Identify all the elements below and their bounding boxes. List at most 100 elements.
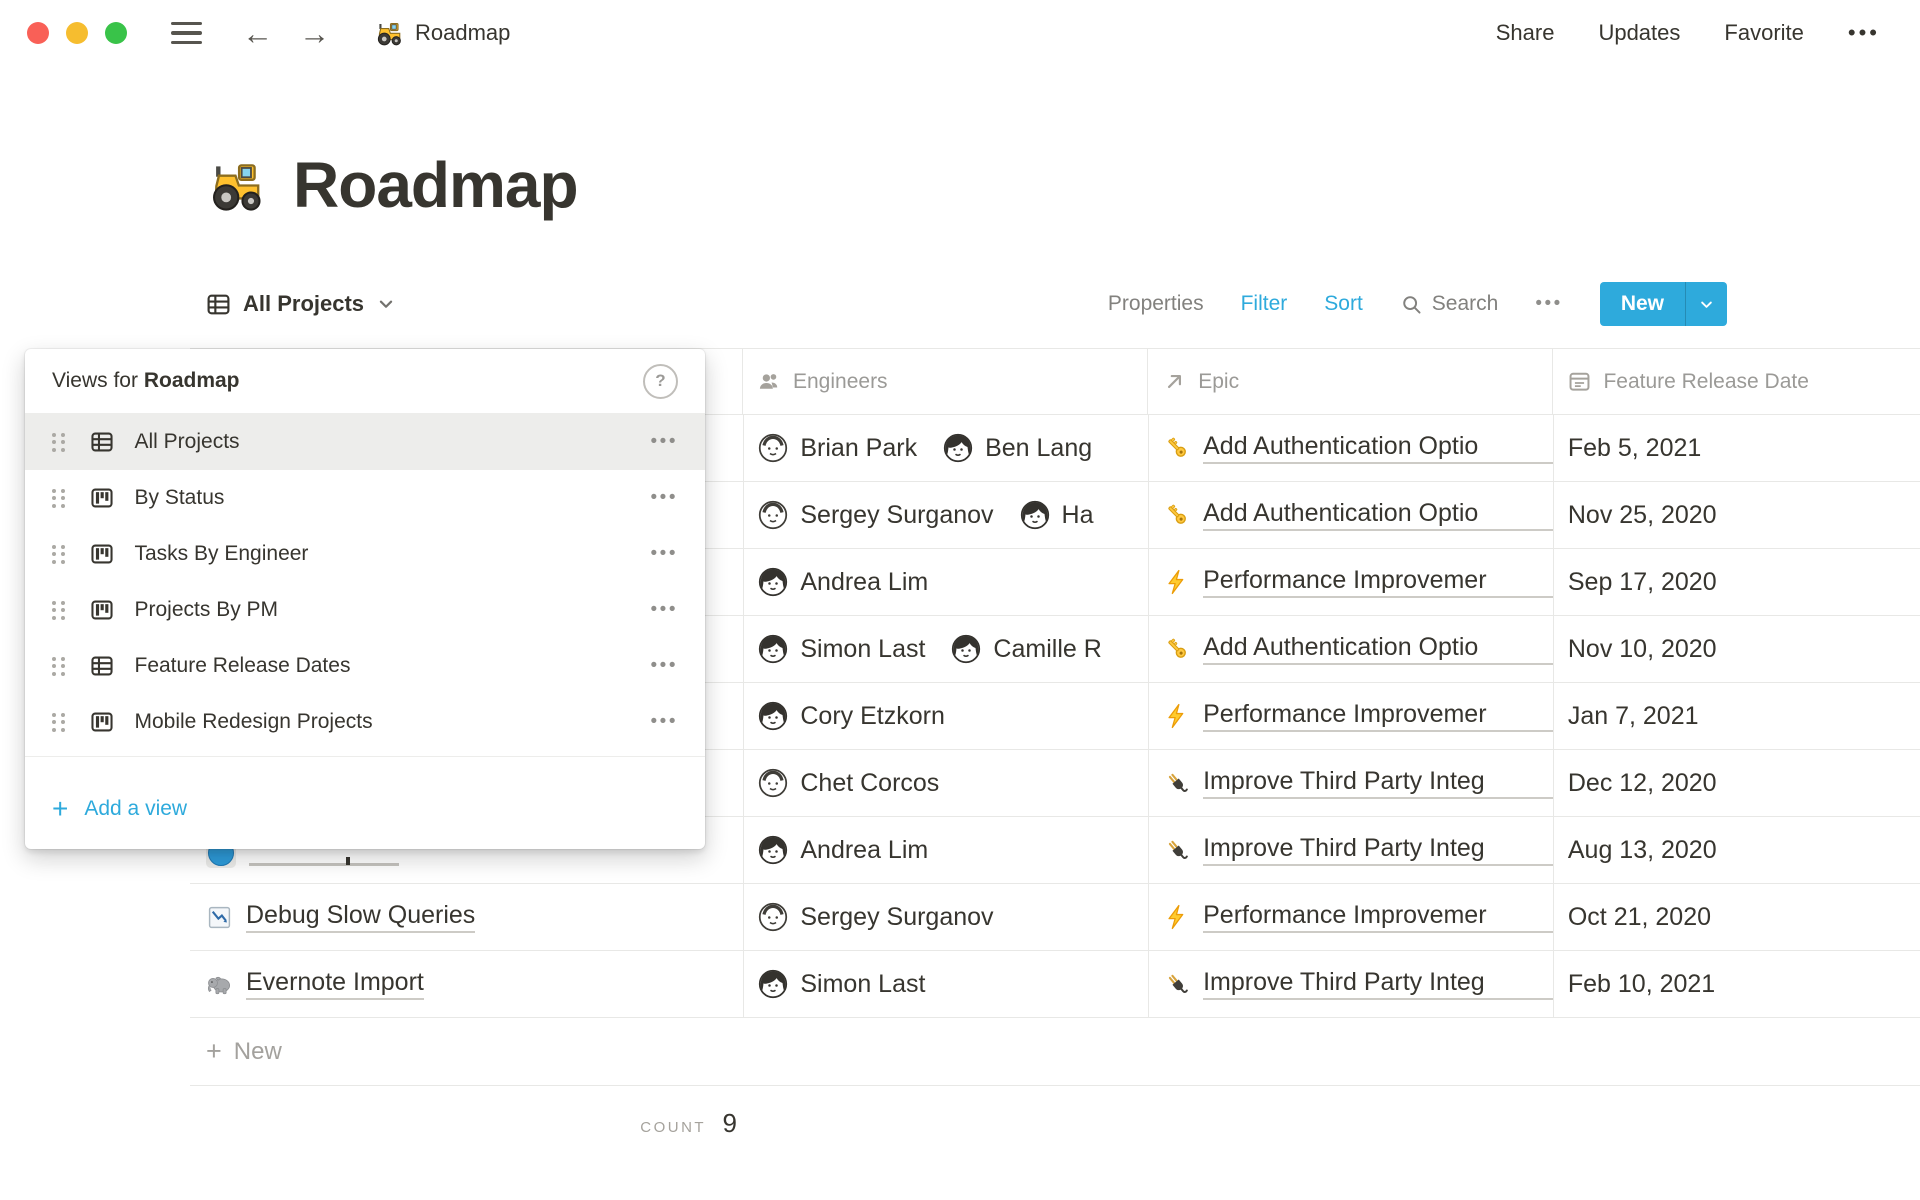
project-cell[interactable]: Evernote Import	[190, 951, 743, 1017]
project-cell[interactable]: Debug Slow Queries	[190, 884, 743, 950]
person-chip[interactable]: Cory Etzkorn	[758, 701, 944, 731]
drag-handle-icon[interactable]	[52, 713, 65, 732]
epic-cell[interactable]: Improve Third Party Integ	[1148, 750, 1553, 816]
date-cell[interactable]: Jan 7, 2021	[1553, 683, 1920, 749]
share-button[interactable]: Share	[1496, 20, 1555, 46]
epic-cell[interactable]: Add Authentication Optio	[1148, 482, 1553, 548]
epic-link[interactable]: Improve Third Party Integ	[1203, 968, 1553, 1000]
date-cell[interactable]: Nov 25, 2020	[1553, 482, 1920, 548]
engineers-cell[interactable]: Chet Corcos	[743, 750, 1148, 816]
epic-cell[interactable]: Add Authentication Optio	[1148, 415, 1553, 481]
column-header-feature-release-date[interactable]: Feature Release Date	[1552, 349, 1920, 414]
view-more-options-icon[interactable]: •••	[1535, 293, 1562, 315]
new-row-button[interactable]: + New	[190, 1018, 1920, 1086]
drag-handle-icon[interactable]	[52, 545, 65, 564]
updates-button[interactable]: Updates	[1598, 20, 1680, 46]
help-icon[interactable]: ?	[643, 364, 678, 399]
epic-link[interactable]: Add Authentication Optio	[1203, 633, 1553, 665]
sort-button[interactable]: Sort	[1324, 292, 1363, 316]
engineers-cell[interactable]: Andrea Lim	[743, 549, 1148, 615]
person-chip[interactable]: Andrea Lim	[758, 567, 928, 597]
epic-cell[interactable]: Improve Third Party Integ	[1148, 817, 1553, 883]
engineers-cell[interactable]: Simon Last	[743, 951, 1148, 1017]
engineers-cell[interactable]: Sergey Surganov	[743, 884, 1148, 950]
person-chip[interactable]: Camille R	[951, 634, 1101, 664]
drag-handle-icon[interactable]	[52, 433, 65, 452]
new-dropdown-button[interactable]	[1685, 282, 1727, 326]
epic-link[interactable]: Improve Third Party Integ	[1203, 834, 1553, 866]
back-arrow-icon[interactable]: ←	[242, 18, 273, 49]
epic-link[interactable]: Add Authentication Optio	[1203, 499, 1553, 531]
filter-button[interactable]: Filter	[1241, 292, 1288, 316]
person-chip[interactable]: Simon Last	[758, 634, 925, 664]
date-cell[interactable]: Nov 10, 2020	[1553, 616, 1920, 682]
view-item-by-status[interactable]: By Status •••	[25, 470, 705, 526]
epic-link[interactable]: Performance Improvemer	[1203, 700, 1553, 732]
view-item-more-icon[interactable]: •••	[651, 711, 678, 733]
date-cell[interactable]: Oct 21, 2020	[1553, 884, 1920, 950]
minimize-window-button[interactable]	[66, 22, 88, 44]
view-item-more-icon[interactable]: •••	[651, 543, 678, 565]
window-controls	[27, 22, 127, 44]
epic-cell[interactable]: Performance Improvemer	[1148, 884, 1553, 950]
epic-cell[interactable]: Performance Improvemer	[1148, 549, 1553, 615]
view-item-more-icon[interactable]: •••	[651, 599, 678, 621]
person-chip[interactable]: Simon Last	[758, 969, 925, 999]
view-item-tasks-by-engineer[interactable]: Tasks By Engineer •••	[25, 526, 705, 582]
person-chip[interactable]: Sergey Surganov	[758, 902, 993, 932]
add-view-button[interactable]: + Add a view	[25, 757, 705, 849]
tractor-icon[interactable]	[205, 154, 267, 216]
drag-handle-icon[interactable]	[52, 657, 65, 676]
view-item-mobile-redesign-projects[interactable]: Mobile Redesign Projects •••	[25, 694, 705, 750]
view-item-label: Projects By PM	[135, 598, 279, 622]
date-cell[interactable]: Aug 13, 2020	[1553, 817, 1920, 883]
breadcrumb-document[interactable]: Roadmap	[374, 18, 510, 48]
engineers-cell[interactable]: Cory Etzkorn	[743, 683, 1148, 749]
zoom-window-button[interactable]	[105, 22, 127, 44]
properties-button[interactable]: Properties	[1108, 292, 1204, 316]
column-header-epic[interactable]: Epic	[1147, 349, 1552, 414]
column-header-engineers[interactable]: Engineers	[742, 349, 1147, 414]
view-item-all-projects[interactable]: All Projects •••	[25, 414, 705, 470]
epic-cell[interactable]: Improve Third Party Integ	[1148, 951, 1553, 1017]
person-chip[interactable]: Sergey Surganov	[758, 500, 993, 530]
person-chip[interactable]: Ben Lang	[943, 433, 1092, 463]
epic-link[interactable]: Improve Third Party Integ	[1203, 767, 1553, 799]
epic-cell[interactable]: Add Authentication Optio	[1148, 616, 1553, 682]
engineers-cell[interactable]: Simon Last Camille R	[743, 616, 1148, 682]
person-chip[interactable]: Andrea Lim	[758, 835, 928, 865]
view-item-feature-release-dates[interactable]: Feature Release Dates •••	[25, 638, 705, 694]
new-button[interactable]: New	[1600, 282, 1685, 326]
epic-link[interactable]: Performance Improvemer	[1203, 901, 1553, 933]
sidebar-menu-icon[interactable]	[171, 22, 202, 44]
close-window-button[interactable]	[27, 22, 49, 44]
person-chip[interactable]: Chet Corcos	[758, 768, 939, 798]
project-link[interactable]: Debug Slow Queries	[206, 901, 475, 933]
date-cell[interactable]: Sep 17, 2020	[1553, 549, 1920, 615]
epic-cell[interactable]: Performance Improvemer	[1148, 683, 1553, 749]
engineers-cell[interactable]: Brian Park Ben Lang	[743, 415, 1148, 481]
view-item-more-icon[interactable]: •••	[651, 431, 678, 453]
drag-handle-icon[interactable]	[52, 489, 65, 508]
epic-link[interactable]: Add Authentication Optio	[1203, 432, 1553, 464]
date-cell[interactable]: Feb 5, 2021	[1553, 415, 1920, 481]
engineers-cell[interactable]: Andrea Lim	[743, 817, 1148, 883]
person-chip[interactable]: Brian Park	[758, 433, 917, 463]
date-cell[interactable]: Dec 12, 2020	[1553, 750, 1920, 816]
partial-project-link[interactable]	[249, 863, 399, 866]
forward-arrow-icon[interactable]: →	[299, 18, 330, 49]
epic-link[interactable]: Performance Improvemer	[1203, 566, 1553, 598]
view-item-more-icon[interactable]: •••	[651, 487, 678, 509]
engineers-cell[interactable]: Sergey Surganov Ha	[743, 482, 1148, 548]
search-button[interactable]: Search	[1400, 292, 1499, 316]
view-switcher[interactable]: All Projects	[205, 291, 397, 318]
date-cell[interactable]: Feb 10, 2021	[1553, 951, 1920, 1017]
view-item-more-icon[interactable]: •••	[651, 655, 678, 677]
drag-handle-icon[interactable]	[52, 601, 65, 620]
favorite-button[interactable]: Favorite	[1724, 20, 1803, 46]
more-options-icon[interactable]: •••	[1848, 20, 1880, 46]
page-title[interactable]: Roadmap	[293, 148, 578, 222]
project-link[interactable]: Evernote Import	[206, 968, 424, 1000]
person-chip[interactable]: Ha	[1020, 500, 1094, 530]
view-item-projects-by-pm[interactable]: Projects By PM •••	[25, 582, 705, 638]
